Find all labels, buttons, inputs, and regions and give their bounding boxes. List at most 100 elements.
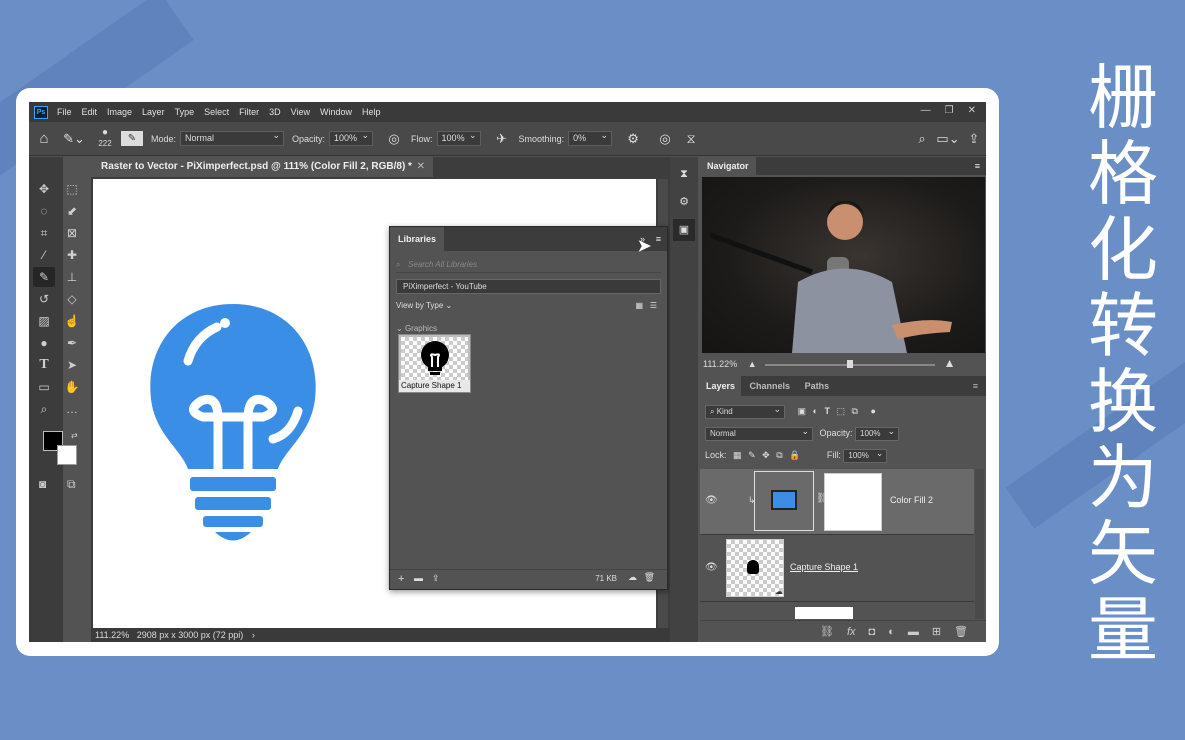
- status-zoom[interactable]: 111.22%: [95, 630, 129, 640]
- path-select-tool-icon[interactable]: ➤: [61, 355, 83, 375]
- filter-shape-icon[interactable]: ⬚: [837, 406, 846, 416]
- layer-style-icon[interactable]: fx: [847, 626, 856, 638]
- crop-tool-icon[interactable]: ⌗: [33, 223, 55, 243]
- zoom-in-icon[interactable]: ▲: [944, 356, 956, 370]
- menu-file[interactable]: File: [57, 107, 72, 117]
- add-mask-icon[interactable]: ◘: [869, 626, 876, 638]
- background-color-swatch[interactable]: [57, 445, 77, 465]
- menu-edit[interactable]: Edit: [82, 107, 98, 117]
- lock-all-icon[interactable]: 🔒: [789, 450, 800, 460]
- list-view-icon[interactable]: ☰: [650, 298, 657, 314]
- layer-name-capture-shape[interactable]: Capture Shape 1: [790, 562, 858, 572]
- hand-tool-icon[interactable]: ✋: [61, 377, 83, 397]
- close-button[interactable]: ✕: [968, 105, 976, 116]
- filter-adjustment-icon[interactable]: ◐: [813, 406, 818, 416]
- visibility-eye-icon[interactable]: 👁: [705, 562, 718, 573]
- rectangle-tool-icon[interactable]: ▭: [33, 377, 55, 397]
- home-icon[interactable]: ⌂: [29, 130, 59, 147]
- type-tool-icon[interactable]: T: [33, 355, 55, 375]
- tab-layers[interactable]: Layers: [700, 376, 742, 396]
- menu-image[interactable]: Image: [107, 107, 132, 117]
- navigator-zoom-value[interactable]: 111.22%: [703, 359, 737, 369]
- layers-menu-icon[interactable]: ≡: [967, 376, 984, 396]
- delete-layer-icon[interactable]: 🗑: [954, 625, 968, 638]
- libraries-tab[interactable]: Libraries: [390, 227, 445, 251]
- new-group-icon[interactable]: ▬: [908, 626, 919, 638]
- layer-opacity-field[interactable]: 100%: [855, 425, 900, 441]
- menu-type[interactable]: Type: [175, 107, 195, 117]
- airbrush-icon[interactable]: ✈: [489, 131, 515, 147]
- filter-pixel-icon[interactable]: ▣: [798, 406, 807, 416]
- view-by-select[interactable]: View by Type ⌄ ▦ ☰: [396, 298, 661, 314]
- frame-tool-icon[interactable]: ⊠: [61, 223, 83, 243]
- search-icon[interactable]: ⌕: [910, 131, 934, 147]
- move-tool-icon[interactable]: ✥: [33, 179, 55, 199]
- menu-filter[interactable]: Filter: [239, 107, 259, 117]
- libraries-panel-icon[interactable]: ▣: [673, 219, 695, 241]
- menu-3d[interactable]: 3D: [269, 107, 281, 117]
- adjustment-layer-icon[interactable]: ◐: [888, 626, 895, 638]
- quick-mask-icon[interactable]: ◙: [39, 477, 46, 491]
- navigator-preview[interactable]: [702, 177, 985, 353]
- brush-tool-icon[interactable]: ✎: [33, 267, 55, 287]
- library-select[interactable]: PiXimperfect - YouTube: [396, 279, 661, 294]
- more-tools-icon[interactable]: …: [61, 399, 83, 419]
- eraser-tool-icon[interactable]: ◇: [61, 289, 83, 309]
- cloud-icon[interactable]: ☁: [628, 572, 637, 583]
- minimize-button[interactable]: —: [921, 105, 931, 116]
- pressure-opacity-icon[interactable]: ◎: [381, 131, 407, 147]
- stamp-tool-icon[interactable]: ⊥: [61, 267, 83, 287]
- filter-toggle-icon[interactable]: ●: [871, 406, 876, 416]
- zoom-slider-handle[interactable]: [847, 359, 854, 368]
- brush-settings-icon[interactable]: ✎: [121, 131, 143, 146]
- lock-pixels-icon[interactable]: ✎: [748, 450, 756, 460]
- filter-smart-object-icon[interactable]: ⧉: [852, 406, 858, 416]
- visibility-eye-icon[interactable]: 👁: [705, 495, 718, 506]
- library-item[interactable]: Capture Shape 1: [398, 334, 471, 393]
- layers-scrollbar[interactable]: [975, 469, 984, 619]
- blend-mode-select[interactable]: Normal: [705, 425, 813, 441]
- panel-menu-icon[interactable]: ≡: [656, 227, 661, 251]
- marquee-tool-icon[interactable]: ⬚: [61, 179, 83, 199]
- trash-icon[interactable]: 🗑: [644, 572, 655, 583]
- zoom-tool-icon[interactable]: ⌕: [33, 399, 55, 419]
- navigator-tab[interactable]: Navigator: [700, 157, 756, 175]
- layer-row-capture-shape[interactable]: 👁 ☁ Capture Shape 1: [700, 536, 974, 602]
- zoom-out-icon[interactable]: ▲: [748, 359, 757, 369]
- eyedropper-tool-icon[interactable]: ⁄: [33, 245, 55, 265]
- menu-help[interactable]: Help: [362, 107, 381, 117]
- share-icon[interactable]: ⇪: [962, 131, 986, 147]
- menu-select[interactable]: Select: [204, 107, 229, 117]
- close-document-icon[interactable]: ✕: [417, 157, 425, 177]
- lock-position-icon[interactable]: ✥: [762, 450, 770, 460]
- library-search-input[interactable]: ⌕ Search All Libraries: [396, 257, 661, 273]
- quick-select-tool-icon[interactable]: ⬋: [61, 201, 83, 221]
- pen-tool-icon[interactable]: ✒: [61, 333, 83, 353]
- lasso-tool-icon[interactable]: ◌: [33, 201, 55, 221]
- opacity-field[interactable]: 100%: [329, 130, 374, 146]
- restore-button[interactable]: ❐: [945, 105, 954, 116]
- gradient-tool-icon[interactable]: ▨: [33, 311, 55, 331]
- layer-name-color-fill[interactable]: Color Fill 2: [890, 495, 933, 505]
- folder-icon[interactable]: ▬: [414, 573, 423, 583]
- menu-view[interactable]: View: [291, 107, 310, 117]
- tab-channels[interactable]: Channels: [744, 376, 797, 396]
- graphics-group[interactable]: ⌄ Graphics: [396, 324, 661, 333]
- navigator-menu-icon[interactable]: ≡: [975, 157, 980, 175]
- zoom-slider[interactable]: [765, 359, 936, 368]
- upload-icon[interactable]: ⇪: [432, 573, 440, 584]
- menu-layer[interactable]: Layer: [142, 107, 165, 117]
- tab-paths[interactable]: Paths: [799, 376, 836, 396]
- properties-panel-icon[interactable]: ⚙: [673, 191, 695, 213]
- brush-size-picker[interactable]: ● 222: [89, 128, 121, 149]
- filter-type-icon[interactable]: T: [825, 406, 831, 416]
- smoothing-settings-icon[interactable]: ⚙: [620, 131, 646, 147]
- lock-transparency-icon[interactable]: ▦: [733, 450, 742, 460]
- new-layer-icon[interactable]: ⊞: [932, 625, 941, 638]
- workspace-icon[interactable]: ▭⌄: [934, 131, 962, 147]
- dodge-tool-icon[interactable]: ●: [33, 333, 55, 353]
- mode-select[interactable]: Normal: [180, 130, 285, 146]
- smoothing-field[interactable]: 0%: [568, 130, 613, 146]
- flow-field[interactable]: 100%: [436, 130, 481, 146]
- swap-colors-icon[interactable]: ⇄: [71, 431, 78, 440]
